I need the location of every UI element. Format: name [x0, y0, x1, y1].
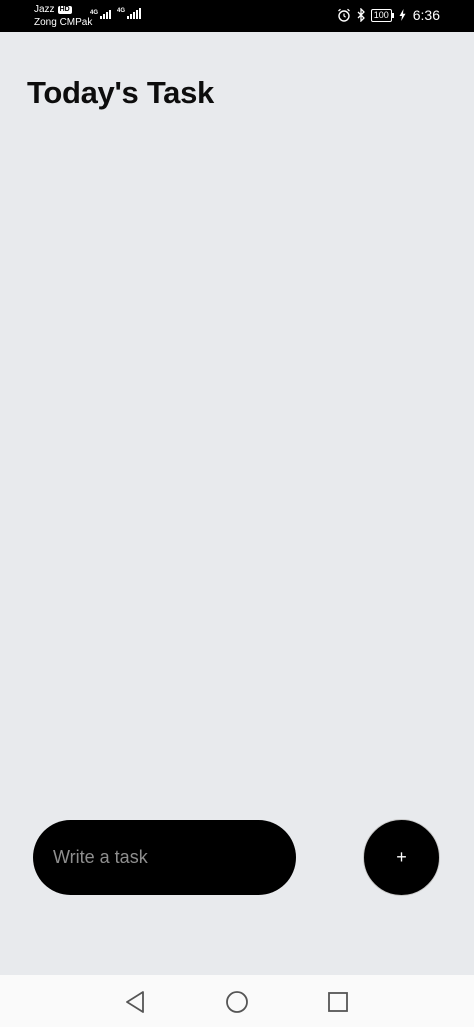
signal-1-icon: 4G	[90, 10, 112, 19]
carrier-info: Jazz HD Zong CMPak	[34, 3, 92, 29]
hd-badge: HD	[57, 5, 72, 14]
network-type-2: 4G	[117, 8, 126, 14]
nav-back-icon[interactable]	[123, 989, 149, 1015]
nav-home-icon[interactable]	[224, 989, 250, 1015]
network-type-1: 4G	[90, 10, 99, 16]
bluetooth-icon	[357, 8, 365, 22]
status-bar: Jazz HD Zong CMPak 4G 4G 100 6:36	[0, 0, 474, 32]
alarm-icon	[337, 8, 350, 22]
status-right: 100 6:36	[337, 7, 440, 23]
signal-indicators: 4G 4G	[90, 8, 142, 19]
page-title: Today's Task	[27, 75, 214, 110]
task-input[interactable]	[33, 820, 296, 895]
carrier-2-name: Zong CMPak	[34, 17, 93, 28]
carrier-1-name: Jazz	[34, 4, 55, 15]
navigation-bar	[0, 975, 474, 1027]
battery-indicator: 100	[370, 8, 394, 22]
status-time: 6:36	[412, 7, 440, 23]
signal-2-icon: 4G	[117, 8, 142, 19]
nav-recents-icon[interactable]	[325, 989, 351, 1015]
add-task-button[interactable]: +	[363, 819, 440, 896]
charging-icon	[399, 9, 406, 21]
